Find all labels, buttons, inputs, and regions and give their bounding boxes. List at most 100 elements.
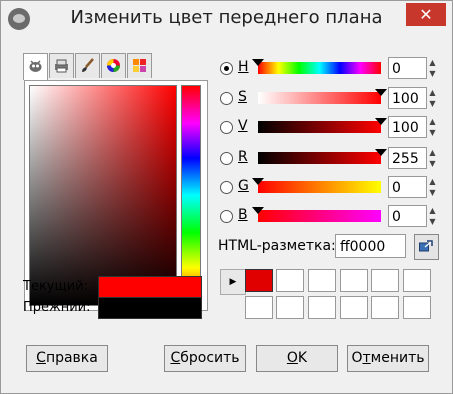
radio-h[interactable] (220, 62, 233, 75)
history-color-cell[interactable] (371, 296, 399, 319)
arrow-down-icon[interactable]: ▼ (427, 98, 438, 109)
slider-marker-b[interactable] (252, 207, 264, 214)
html-notation-input[interactable]: ff0000 (335, 234, 406, 258)
cancel-prefix: О (351, 350, 363, 366)
history-color-cell[interactable] (403, 269, 431, 292)
arrow-up-icon[interactable]: ▲ (427, 176, 438, 187)
channel-label-g: G (238, 178, 249, 194)
tab-cmyk-selector[interactable] (49, 53, 74, 78)
spin-input-h[interactable]: 0 (388, 57, 427, 79)
printer-icon (55, 59, 68, 73)
spin-input-b[interactable]: 0 (388, 205, 427, 227)
palette-icon (133, 59, 146, 72)
history-color-cell[interactable] (340, 269, 368, 292)
history-color-cell[interactable] (403, 296, 431, 319)
html-notation-label: HTML-разметка: (218, 238, 336, 254)
history-color-cell[interactable] (340, 296, 368, 319)
previous-label: Прежний: (23, 300, 91, 315)
help-button[interactable]: Справка (26, 345, 108, 372)
brush-icon (82, 58, 94, 72)
arrow-up-icon[interactable]: ▲ (427, 205, 438, 216)
spin-input-g[interactable]: 0 (388, 176, 427, 198)
tab-wheel-selector[interactable] (101, 53, 126, 78)
slider-marker-v[interactable] (375, 118, 387, 125)
history-color-cell[interactable] (308, 269, 336, 292)
tab-gimp-selector[interactable] (23, 53, 48, 80)
history-add-button[interactable]: ▶ (220, 269, 246, 295)
radio-g[interactable] (220, 181, 233, 194)
previous-color-swatch (98, 297, 202, 319)
slider-v[interactable] (258, 118, 387, 133)
window-title: Изменить цвет переднего плана (70, 7, 383, 28)
slider-r[interactable] (258, 149, 387, 164)
arrow-up-icon[interactable]: ▲ (427, 147, 438, 158)
slider-g[interactable] (252, 178, 381, 193)
spin-buttons-s[interactable]: ▲ ▼ (427, 87, 438, 109)
wilber-icon (29, 60, 42, 72)
color-dialog: Изменить цвет переднего плана ✕ Текущий:… (0, 0, 453, 394)
dialog-content: Текущий: Прежний: H 0 ▲ ▼ S 100 ▲ ▼ V 100 ▲ ▼ R 255 ▲ ▼… (8, 39, 445, 384)
history-color-cell[interactable] (245, 296, 273, 319)
title-bar: Изменить цвет переднего плана ✕ (1, 1, 452, 39)
help-label: правка (45, 350, 98, 366)
tab-palette-selector[interactable] (127, 53, 152, 78)
play-arrow-icon: ▶ (229, 277, 237, 287)
history-color-cell[interactable] (276, 296, 304, 319)
slider-marker-r[interactable] (375, 149, 387, 156)
cancel-mnemonic: т (362, 350, 371, 366)
slider-s[interactable] (258, 89, 387, 104)
history-color-cell[interactable] (308, 296, 336, 319)
history-color-cell[interactable] (276, 269, 304, 292)
channel-label-h: H (238, 59, 249, 75)
channel-label-v: V (238, 118, 248, 134)
spin-input-s[interactable]: 100 (388, 87, 427, 109)
channel-label-r: R (238, 149, 248, 165)
channel-label-b: B (238, 207, 248, 223)
arrow-down-icon[interactable]: ▼ (427, 158, 438, 169)
hue-strip[interactable] (181, 85, 201, 306)
radio-r[interactable] (220, 152, 233, 165)
slider-marker-h[interactable] (252, 59, 264, 66)
current-color-swatch (98, 276, 202, 298)
ok-label: K (297, 350, 308, 366)
arrow-up-icon[interactable]: ▲ (427, 87, 438, 98)
tab-watercolor-selector[interactable] (75, 53, 100, 78)
spin-buttons-b[interactable]: ▲ ▼ (427, 205, 438, 227)
history-color-cell[interactable] (371, 269, 399, 292)
radio-b[interactable] (220, 210, 233, 223)
help-mnemonic: С (36, 350, 46, 366)
reset-mnemonic: С (170, 350, 181, 366)
slider-marker-g[interactable] (252, 178, 264, 185)
color-wheel-icon (107, 59, 120, 72)
reset-button[interactable]: Сбросить (164, 345, 246, 372)
cancel-label: менить (370, 350, 425, 366)
channel-label-s: S (238, 89, 247, 105)
eyedropper-icon (419, 240, 433, 252)
close-button[interactable]: ✕ (406, 3, 446, 26)
saturation-value-area[interactable] (29, 85, 177, 306)
slider-marker-s[interactable] (375, 89, 387, 96)
current-label: Текущий: (23, 279, 89, 294)
history-color-cell[interactable] (245, 269, 273, 292)
arrow-down-icon[interactable]: ▼ (427, 68, 438, 79)
color-picker-button[interactable] (414, 234, 439, 260)
slider-b[interactable] (252, 207, 381, 222)
spin-buttons-h[interactable]: ▲ ▼ (427, 57, 438, 79)
arrow-up-icon[interactable]: ▲ (427, 116, 438, 127)
slider-h[interactable] (252, 59, 381, 74)
cancel-button[interactable]: Отменить (347, 345, 429, 372)
arrow-down-icon[interactable]: ▼ (427, 187, 438, 198)
arrow-down-icon[interactable]: ▼ (427, 216, 438, 227)
spin-buttons-r[interactable]: ▲ ▼ (427, 147, 438, 169)
spin-buttons-v[interactable]: ▲ ▼ (427, 116, 438, 138)
radio-v[interactable] (220, 121, 233, 134)
arrow-up-icon[interactable]: ▲ (427, 57, 438, 68)
spin-buttons-g[interactable]: ▲ ▼ (427, 176, 438, 198)
radio-s[interactable] (220, 92, 233, 105)
reset-label: бросить (180, 350, 240, 366)
ok-button[interactable]: OK (256, 345, 338, 372)
arrow-down-icon[interactable]: ▼ (427, 127, 438, 138)
spin-input-r[interactable]: 255 (388, 147, 427, 169)
ok-mnemonic: O (286, 350, 298, 366)
spin-input-v[interactable]: 100 (388, 116, 427, 138)
